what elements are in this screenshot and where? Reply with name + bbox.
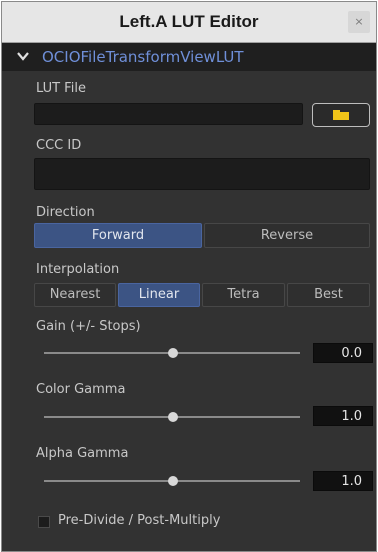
title-bar[interactable]: Left.A LUT Editor × <box>2 2 376 43</box>
interpolation-linear-button[interactable]: Linear <box>118 283 200 307</box>
interpolation-tetra-button[interactable]: Tetra <box>202 283 285 307</box>
section-title: OCIOFileTransformViewLUT <box>42 48 244 66</box>
predivide-checkbox[interactable] <box>38 516 50 528</box>
lut-file-input[interactable] <box>34 103 303 125</box>
alpha-gamma-label: Alpha Gamma <box>36 446 129 461</box>
interpolation-best-button[interactable]: Best <box>287 283 370 307</box>
chevron-down-icon[interactable] <box>16 49 30 63</box>
gain-value-field[interactable]: 0.0 <box>313 343 373 363</box>
gain-label: Gain (+/- Stops) <box>36 319 141 334</box>
color-gamma-value-field[interactable]: 1.0 <box>313 406 373 426</box>
lut-editor-window: Left.A LUT Editor × OCIOFileTransformVie… <box>1 1 377 552</box>
gain-slider-handle[interactable] <box>168 348 178 358</box>
lut-file-label: LUT File <box>36 81 86 96</box>
interpolation-label: Interpolation <box>36 262 120 277</box>
folder-icon <box>333 110 349 120</box>
window-title: Left.A LUT Editor <box>119 12 259 31</box>
direction-reverse-button[interactable]: Reverse <box>204 223 370 248</box>
browse-button[interactable] <box>312 103 370 127</box>
ccc-id-label: CCC ID <box>36 138 82 153</box>
close-button[interactable]: × <box>348 11 370 33</box>
interpolation-nearest-button[interactable]: Nearest <box>34 283 116 307</box>
color-gamma-label: Color Gamma <box>36 382 126 397</box>
color-gamma-slider-handle[interactable] <box>168 412 178 422</box>
direction-label: Direction <box>36 205 95 220</box>
alpha-gamma-value-field[interactable]: 1.0 <box>313 471 373 491</box>
predivide-label[interactable]: Pre-Divide / Post-Multiply <box>58 513 220 528</box>
direction-forward-button[interactable]: Forward <box>34 223 202 248</box>
alpha-gamma-slider-handle[interactable] <box>168 476 178 486</box>
section-header[interactable]: OCIOFileTransformViewLUT <box>2 43 376 71</box>
ccc-id-input[interactable] <box>34 158 370 190</box>
